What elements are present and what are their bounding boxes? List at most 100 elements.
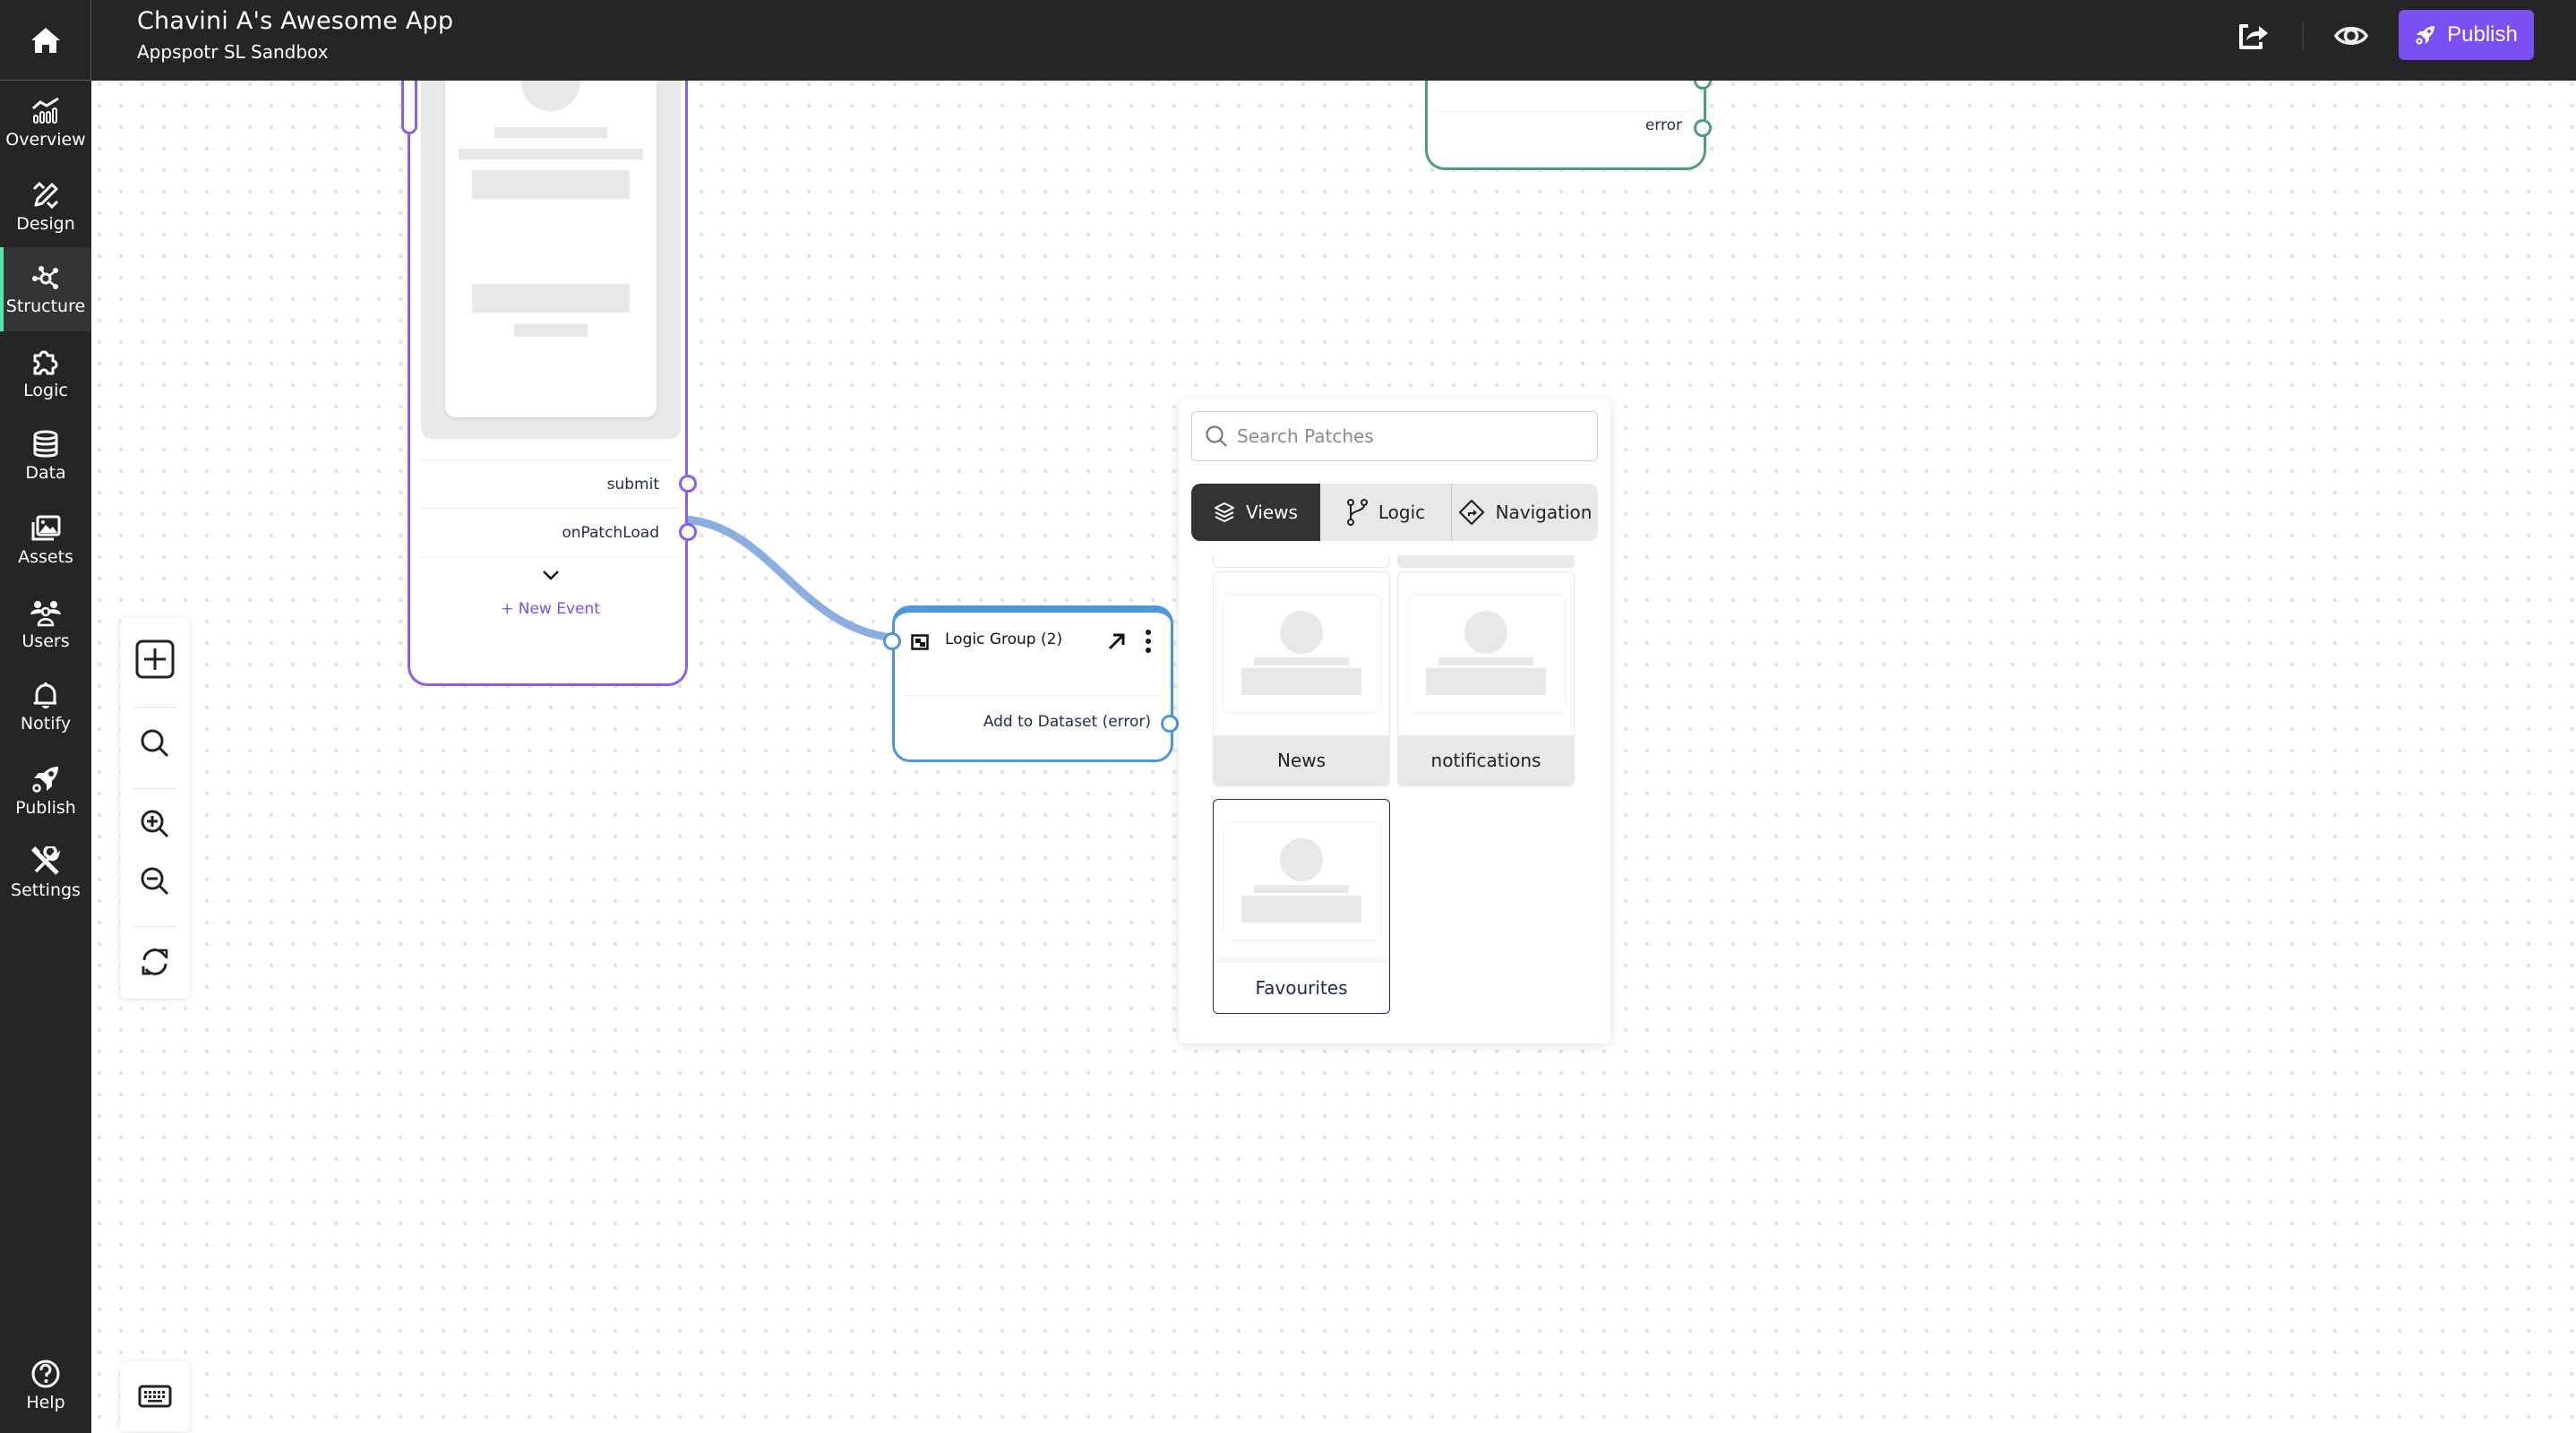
output-error: error xyxy=(1644,116,1682,134)
event-submit[interactable]: submit xyxy=(419,459,679,508)
view-patch-node[interactable]: submit onPatchLoad + New Event xyxy=(401,81,697,686)
app-title: Chavini A's Awesome App xyxy=(137,7,454,35)
patch-card[interactable] xyxy=(1213,555,1390,568)
database-icon xyxy=(33,430,58,458)
tab-navigation[interactable]: Navigation xyxy=(1451,484,1598,541)
keyboard-icon xyxy=(138,1385,172,1408)
chevron-down-icon xyxy=(542,571,559,580)
tab-logic[interactable]: Logic xyxy=(1320,484,1451,541)
home-icon xyxy=(30,27,60,53)
design-icon xyxy=(32,181,59,210)
logic-group-node[interactable]: Logic Group (2) Add to Dataset (error) xyxy=(883,605,1179,762)
open-group-icon[interactable] xyxy=(1106,631,1128,652)
rocket-icon xyxy=(32,767,58,793)
sidebar-item-publish[interactable]: Publish xyxy=(0,749,91,833)
placeholder-line xyxy=(494,127,607,138)
refresh-button[interactable] xyxy=(120,935,190,989)
share-button[interactable] xyxy=(2236,18,2271,54)
search-patches-field[interactable] xyxy=(1191,411,1598,461)
patch-card-news[interactable]: News xyxy=(1213,571,1390,786)
home-button[interactable] xyxy=(0,0,91,81)
output-port[interactable] xyxy=(1161,715,1179,733)
patch-label: News xyxy=(1214,735,1389,785)
action-result-node[interactable]: success error xyxy=(1425,81,1712,170)
sidebar-label: Overview xyxy=(5,130,86,150)
output-port-success[interactable] xyxy=(1694,81,1712,90)
zoom-out-button[interactable] xyxy=(120,854,190,908)
help-label: Help xyxy=(26,1393,65,1412)
rocket-icon xyxy=(2416,26,2435,45)
tab-views[interactable]: Views xyxy=(1191,484,1320,541)
publish-label: Publish xyxy=(2447,22,2518,47)
structure-canvas[interactable]: submit onPatchLoad + New Event Logic Gro… xyxy=(91,81,2576,1433)
search-icon xyxy=(1206,425,1227,447)
sidebar-label: Logic xyxy=(23,381,68,400)
patch-card[interactable] xyxy=(1397,555,1575,568)
preview-button[interactable] xyxy=(2333,18,2369,54)
sidebar-item-assets[interactable]: Assets xyxy=(0,498,91,582)
sidebar-label: Structure xyxy=(5,296,86,316)
sidebar-label: Settings xyxy=(11,880,81,900)
share-icon xyxy=(2239,24,2268,49)
bell-icon xyxy=(33,682,56,708)
direction-icon xyxy=(1458,499,1484,526)
users-icon xyxy=(30,601,61,627)
search-patches-input[interactable] xyxy=(1237,425,1577,447)
branch-icon xyxy=(1346,499,1368,526)
placeholder-block xyxy=(472,170,630,199)
placeholder-line xyxy=(472,423,630,430)
sidebar-item-settings[interactable]: Settings xyxy=(0,831,91,915)
expand-events-button[interactable] xyxy=(410,567,691,584)
patch-grid[interactable]: News notifications Favourites xyxy=(1179,555,1610,1039)
sidebar-item-users[interactable]: Users xyxy=(0,582,91,666)
workspace-name: Appspotr SL Sandbox xyxy=(137,41,329,63)
event-port-onpatchload[interactable] xyxy=(679,523,697,541)
sidebar-label: Publish xyxy=(15,798,76,818)
publish-button[interactable]: Publish xyxy=(2399,10,2534,60)
placeholder-block xyxy=(472,284,630,313)
output-port-error[interactable] xyxy=(1694,119,1712,137)
search-icon xyxy=(141,729,169,758)
help-button[interactable]: Help xyxy=(0,1343,91,1428)
eye-icon xyxy=(2334,27,2368,45)
patch-label: notifications xyxy=(1398,735,1574,785)
sidebar-label: Design xyxy=(16,214,75,234)
patch-thumbnail xyxy=(1224,823,1380,940)
sidebar: Overview Design Structure Logic Data Ass… xyxy=(0,81,91,1433)
more-options-icon[interactable] xyxy=(1144,629,1153,654)
sidebar-item-notify[interactable]: Notify xyxy=(0,665,91,749)
zoom-in-icon xyxy=(141,810,169,838)
patch-picker-popup: Views Logic Navigation News xyxy=(1179,399,1610,1043)
help-icon xyxy=(31,1360,60,1388)
sidebar-label: Users xyxy=(21,631,70,651)
canvas-toolbar xyxy=(120,618,190,999)
zoom-out-icon xyxy=(141,867,169,896)
node-drag-handle[interactable] xyxy=(401,81,417,134)
header-divider xyxy=(2302,22,2304,49)
zoom-in-button[interactable] xyxy=(120,797,190,851)
sidebar-item-structure[interactable]: Structure xyxy=(0,247,91,331)
keyboard-shortcuts-button[interactable] xyxy=(120,1361,190,1431)
sidebar-item-design[interactable]: Design xyxy=(0,165,91,249)
input-port[interactable] xyxy=(883,632,901,650)
new-event-button[interactable]: + New Event xyxy=(410,600,691,618)
event-port-submit[interactable] xyxy=(679,475,697,493)
placeholder-line xyxy=(459,149,643,159)
sidebar-item-logic[interactable]: Logic xyxy=(0,331,91,416)
chart-icon xyxy=(32,97,59,124)
structure-icon xyxy=(32,266,58,289)
sidebar-item-overview[interactable]: Overview xyxy=(0,81,91,165)
search-button[interactable] xyxy=(120,716,190,770)
group-icon xyxy=(911,634,929,650)
patch-card-favourites[interactable]: Favourites xyxy=(1213,799,1390,1014)
add-square-icon xyxy=(135,639,175,679)
patch-thumbnail xyxy=(1224,596,1380,712)
placeholder-avatar xyxy=(521,81,580,111)
sidebar-label: Data xyxy=(25,463,66,483)
sidebar-item-data[interactable]: Data xyxy=(0,414,91,498)
add-patch-button[interactable] xyxy=(120,632,190,686)
puzzle-icon xyxy=(33,350,58,375)
patch-card-notifications[interactable]: notifications xyxy=(1397,571,1575,786)
image-icon xyxy=(31,515,61,541)
event-onpatchload[interactable]: onPatchLoad xyxy=(419,508,679,556)
